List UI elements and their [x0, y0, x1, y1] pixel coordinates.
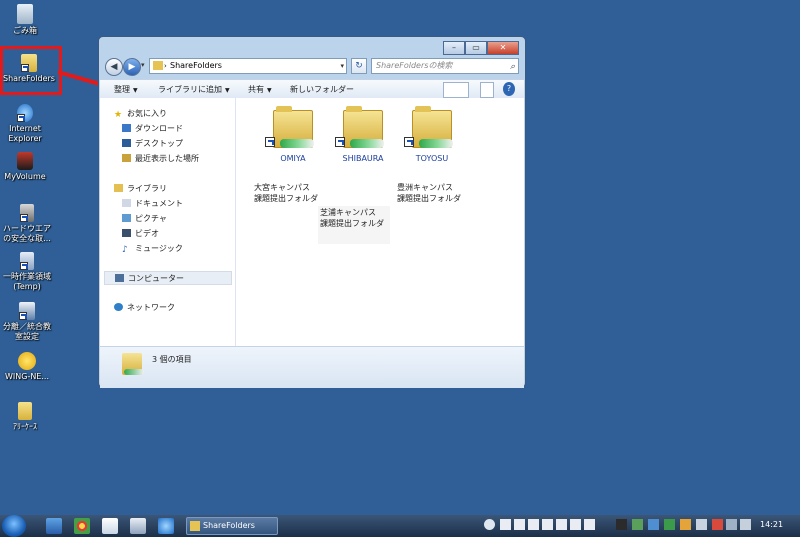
search-icon: ⌕ [509, 62, 515, 72]
preview-pane-button[interactable] [480, 82, 494, 98]
nav-favorites[interactable]: ★ お気に入り [114, 108, 167, 120]
ime-tools-icon[interactable] [556, 519, 567, 530]
tray-monitor-icon[interactable] [696, 519, 707, 530]
nav-videos[interactable]: ビデオ [122, 228, 159, 239]
taskbar-window-sharefolders[interactable]: ShareFolders [186, 517, 278, 535]
shortcut-arrow-icon [265, 137, 275, 147]
add-to-library-menu[interactable]: ライブラリに追加 ▼ [158, 84, 230, 95]
internet-explorer-icon[interactable] [158, 518, 174, 534]
back-button[interactable]: ◀ [105, 58, 123, 76]
close-button[interactable]: ✕ [487, 41, 519, 55]
new-folder-button[interactable]: 新しいフォルダー [290, 84, 354, 95]
app-icon[interactable] [102, 518, 118, 534]
folder-item-shibaura[interactable]: SHIBAURA [328, 106, 398, 163]
powershell-icon[interactable] [46, 518, 62, 534]
ime-dictionary-icon[interactable] [542, 519, 553, 530]
window-controls: – ▭ ✕ [443, 41, 519, 55]
organize-menu[interactable]: 整理 ▼ [114, 84, 138, 95]
share-menu[interactable]: 共有 ▼ [248, 84, 272, 95]
chrome-icon[interactable] [74, 518, 90, 534]
network-folder-icon [265, 106, 314, 148]
ime-help-icon[interactable] [570, 519, 581, 530]
help-icon[interactable]: ? [503, 82, 515, 96]
address-bar-row: ◀ ▶ ▾ › ShareFolders ▾ ↻ ShareFoldersの検索… [105, 57, 519, 77]
address-path: ShareFolders [170, 61, 222, 70]
explorer-content: ★ お気に入り ダウンロード デスクトップ 最近表示した場所 ライブラリ ドキュメ… [100, 98, 524, 346]
item-count: 3 個の項目 [152, 355, 192, 364]
breadcrumb-chevron-icon: › [164, 62, 167, 70]
shortcut-arrow-icon [335, 137, 345, 147]
folder-note-shibaura: 芝浦キャンパス 課題提出フォルダ [318, 206, 390, 244]
address-bar[interactable]: › ShareFolders ▾ [149, 58, 347, 74]
ime-mode-icon[interactable] [500, 519, 511, 530]
navigation-pane: ★ お気に入り ダウンロード デスクトップ 最近表示した場所 ライブラリ ドキュメ… [100, 98, 236, 346]
nav-pictures[interactable]: ピクチャ [122, 213, 167, 224]
ime-options-icon[interactable] [584, 519, 595, 530]
media-icon[interactable] [130, 518, 146, 534]
minimize-button[interactable]: – [443, 41, 465, 55]
network-folder-icon [335, 106, 384, 148]
folder-name: TOYOSU [415, 154, 449, 163]
maximize-button[interactable]: ▭ [465, 41, 487, 55]
network-folder-icon [122, 353, 144, 375]
nav-network[interactable]: ネットワーク [114, 302, 175, 313]
tray-app-icon[interactable] [616, 519, 627, 530]
folder-name: SHIBAURA [342, 154, 384, 163]
network-status-icon[interactable] [726, 519, 737, 530]
folder-icon [190, 521, 200, 531]
nav-documents[interactable]: ドキュメント [122, 198, 183, 209]
clock[interactable]: 14:21 [760, 520, 783, 529]
ime-icon[interactable] [484, 519, 495, 530]
action-center-icon[interactable] [712, 519, 723, 530]
tray-update-icon[interactable] [664, 519, 675, 530]
tray-network-icon[interactable] [648, 519, 659, 530]
search-placeholder: ShareFoldersの検索 [376, 61, 453, 70]
nav-music[interactable]: ♪ ミュージック [122, 243, 183, 255]
network-folder-icon [404, 106, 453, 148]
volume-icon[interactable] [740, 519, 751, 530]
nav-computer[interactable]: コンピューター [104, 271, 232, 285]
tray-notice-icon[interactable] [680, 519, 691, 530]
ime-convert-icon[interactable] [514, 519, 525, 530]
forward-button[interactable]: ▶ [123, 58, 141, 76]
search-input[interactable]: ShareFoldersの検索 ⌕ [371, 58, 519, 74]
refresh-button[interactable]: ↻ [351, 58, 367, 74]
taskbar: ShareFolders 14:21 [0, 515, 800, 537]
ime-pad-icon[interactable] [528, 519, 539, 530]
address-dropdown-icon[interactable]: ▾ [340, 59, 344, 73]
folder-item-omiya[interactable]: OMIYA [258, 106, 328, 163]
view-options-button[interactable] [443, 82, 469, 98]
folder-icon [153, 61, 163, 70]
folder-note-toyosu: 豊洲キャンパス 課題提出フォルダ [397, 183, 461, 203]
folder-note-omiya: 大宮キャンパス 課題提出フォルダ [254, 183, 318, 203]
folder-name: OMIYA [280, 154, 306, 163]
folder-item-toyosu[interactable]: TOYOSU [397, 106, 467, 163]
recent-pages-dropdown[interactable]: ▾ [141, 61, 145, 69]
nav-recent[interactable]: 最近表示した場所 [122, 153, 199, 164]
nav-downloads[interactable]: ダウンロード [122, 123, 183, 134]
shortcut-arrow-icon [404, 137, 414, 147]
nav-desktop[interactable]: デスクトップ [122, 138, 183, 149]
nav-libraries[interactable]: ライブラリ [114, 183, 167, 194]
start-button[interactable] [2, 515, 26, 537]
details-pane: 3 個の項目 [100, 346, 524, 388]
tray-security-icon[interactable] [632, 519, 643, 530]
command-bar: 整理 ▼ ライブラリに追加 ▼ 共有 ▼ 新しいフォルダー ? [100, 79, 524, 99]
explorer-window: – ▭ ✕ ◀ ▶ ▾ › ShareFolders ▾ ↻ ShareFold… [98, 36, 526, 388]
